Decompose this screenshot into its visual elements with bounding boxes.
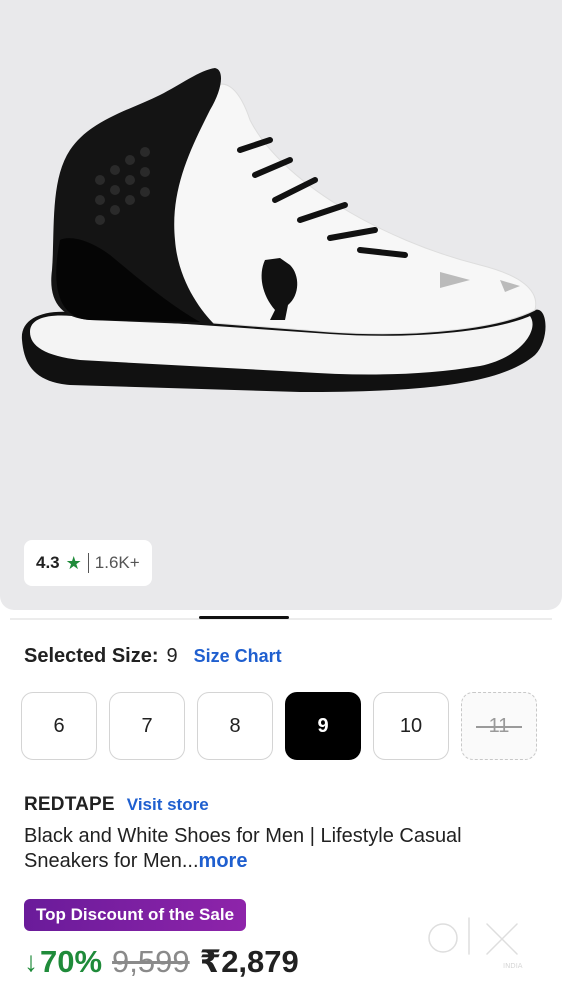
discount-percent: 70% — [40, 944, 103, 979]
product-image-gallery[interactable]: 4.3 ★ 1.6K+ — [0, 0, 562, 610]
size-options: 6 7 8 9 10 11 — [21, 692, 537, 760]
rating-count: 1.6K+ — [94, 553, 140, 572]
discount-group: ↓ 70% — [24, 944, 102, 980]
gallery-indicator-active — [199, 616, 289, 619]
visit-store-link[interactable]: Visit store — [127, 795, 209, 815]
mrp-price: 9,599 — [112, 944, 190, 979]
brand-name: REDTAPE — [24, 794, 115, 815]
sneaker-image — [21, 68, 546, 392]
more-link[interactable]: more — [199, 850, 248, 872]
rating-chip[interactable]: 4.3 ★ 1.6K+ — [24, 540, 152, 586]
rating-value: 4.3 — [36, 553, 60, 572]
size-option-10[interactable]: 10 — [373, 692, 449, 760]
size-option-11[interactable]: 11 — [461, 692, 537, 760]
deal-badge: Top Discount of the Sale — [24, 899, 247, 931]
selected-size-value: 9 — [166, 645, 178, 667]
size-option-9[interactable]: 9 — [285, 692, 361, 760]
olx-watermark-logo: INDIA — [426, 915, 523, 970]
size-chart-link[interactable]: Size Chart — [194, 646, 282, 667]
unavailable-strike — [476, 726, 522, 728]
size-option-7[interactable]: 7 — [109, 692, 185, 760]
arrow-down-icon: ↓ — [24, 946, 38, 977]
selected-size-row: Selected Size: 9 Size Chart — [24, 645, 282, 668]
rating-divider — [87, 553, 89, 573]
star-icon: ★ — [65, 553, 82, 573]
price-row: ↓ 70% 9,599 ₹2,879 — [24, 944, 299, 980]
product-title: Black and White Shoes for Men | Lifestyl… — [24, 824, 544, 874]
selected-size-label: Selected Size: — [24, 645, 159, 667]
size-option-6[interactable]: 6 — [21, 692, 97, 760]
final-price: ₹2,879 — [199, 944, 299, 979]
brand-row: REDTAPE Visit store — [24, 794, 209, 816]
watermark-subtext: INDIA — [503, 962, 523, 970]
size-option-8[interactable]: 8 — [197, 692, 273, 760]
